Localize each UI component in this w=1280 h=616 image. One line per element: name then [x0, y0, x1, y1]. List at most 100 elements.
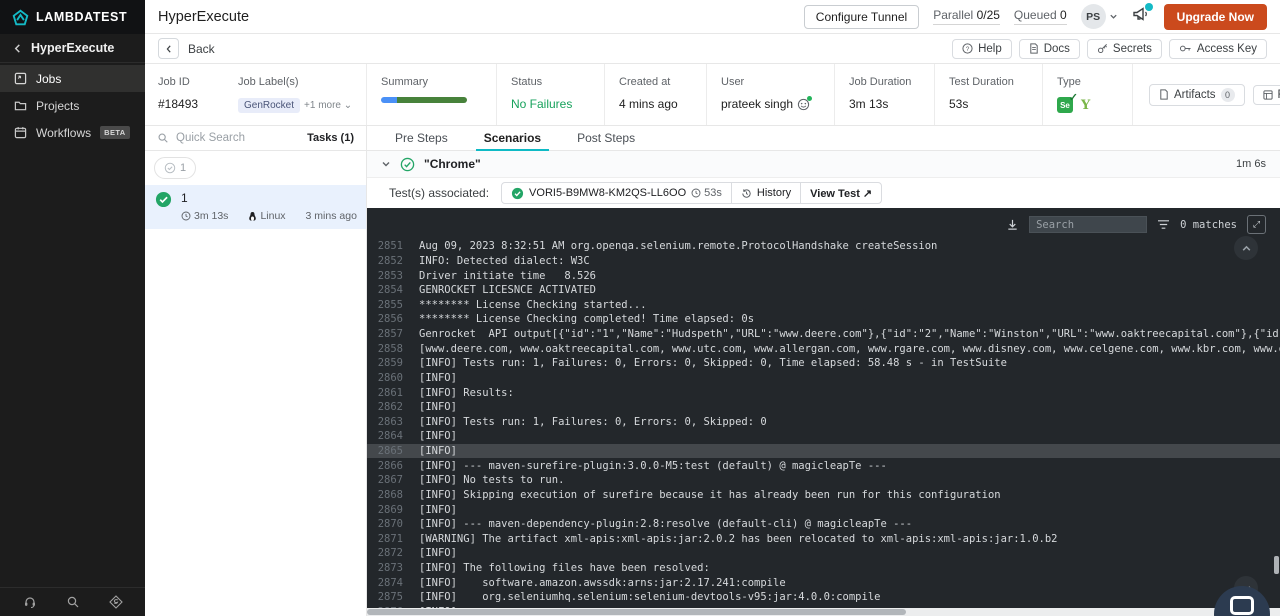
log-line: 2853Driver initiate time 8.526 [367, 268, 1280, 283]
log-line: 2856******** License Checking completed!… [367, 312, 1280, 327]
chevron-left-icon [13, 44, 22, 53]
log-line: 2867[INFO] No tests to run. [367, 473, 1280, 488]
chevron-down-icon[interactable] [381, 159, 391, 169]
tab-pre-steps[interactable]: Pre Steps [377, 126, 466, 150]
lambdatest-logo-icon [12, 9, 29, 26]
artifacts-button[interactable]: Artifacts 0 [1149, 84, 1245, 106]
job-id-label: Job ID [158, 76, 238, 88]
summary-label: Summary [381, 76, 496, 88]
log-line-number: 2872 [367, 547, 403, 559]
secrets-button[interactable]: Secrets [1087, 39, 1162, 59]
quick-search-input[interactable] [176, 132, 276, 144]
history-button[interactable]: History [731, 183, 800, 203]
sidebar-section-header[interactable]: HyperExecute [0, 34, 145, 63]
sidebar-item-jobs[interactable]: Jobs [0, 65, 145, 92]
check-circle-icon [164, 162, 176, 174]
task-list-item[interactable]: 1 3m 13s Linux 3 mins ago [145, 185, 366, 229]
queued-value: 0 [1060, 8, 1067, 22]
log-line-number: 2851 [367, 240, 403, 252]
log-line: 2871[WARNING] The artifact xml-apis:xml-… [367, 532, 1280, 547]
created-column: Created at 4 mins ago [604, 64, 706, 125]
log-line-text: ******** License Checking started... [419, 299, 647, 311]
access-key-button[interactable]: Access Key [1169, 39, 1267, 59]
log-toolbar: 0 matches ⤢ [367, 208, 1280, 236]
chevron-left-icon[interactable] [158, 38, 179, 59]
sidebar-item-label: Projects [36, 99, 79, 113]
logo[interactable]: LAMBDATEST [0, 0, 145, 34]
user-value: prateek singh [721, 97, 793, 111]
report-button[interactable]: Report [1253, 85, 1280, 105]
log-line: 2865[INFO] [367, 444, 1280, 459]
log-line: 2862[INFO] [367, 400, 1280, 415]
log-line-number: 2866 [367, 460, 403, 472]
download-icon[interactable] [1006, 218, 1019, 231]
tab-scenarios[interactable]: Scenarios [466, 126, 559, 150]
test-id-chip[interactable]: VORI5-B9MW8-KM2QS-LL6OO 53s [502, 183, 731, 203]
h-scrollbar-thumb[interactable] [367, 609, 906, 615]
log-horizontal-scrollbar[interactable] [367, 608, 1280, 616]
folder-icon [14, 99, 27, 112]
tab-post-steps[interactable]: Post Steps [559, 126, 653, 150]
job-labels-column: Job Label(s) GenRocket+1 more ⌄ [238, 64, 366, 125]
sidebar-nav: Jobs Projects Workflows BETA [0, 63, 145, 146]
test-duration-label: Test Duration [949, 76, 1042, 88]
log-line-number: 2855 [367, 299, 403, 311]
sub-toolbar-actions: ? Help Docs Secrets Access Key [952, 39, 1267, 59]
more-labels[interactable]: +1 more ⌄ [304, 100, 352, 111]
help-button[interactable]: ? Help [952, 39, 1012, 59]
log-line-number: 2853 [367, 270, 403, 282]
log-search-input[interactable] [1029, 216, 1147, 233]
scroll-to-top-button[interactable] [1234, 236, 1258, 260]
tasks-count: Tasks (1) [307, 132, 354, 144]
log-vertical-scrollbar[interactable] [1274, 208, 1280, 608]
status-label: Status [511, 76, 604, 88]
user-column: User prateek singh [706, 64, 834, 125]
search-icon[interactable] [66, 595, 80, 609]
sidebar-item-projects[interactable]: Projects [0, 92, 145, 119]
back-button[interactable]: Back [158, 38, 215, 59]
job-id-value: #18493 [158, 97, 238, 111]
user-value-wrap: prateek singh [721, 97, 834, 111]
log-line-text: [INFO] [419, 372, 457, 384]
docs-label: Docs [1044, 43, 1070, 55]
log-line-text: [INFO] [419, 504, 457, 516]
log-line-text: Aug 09, 2023 8:32:51 AM org.openqa.selen… [419, 240, 937, 252]
label-chip[interactable]: GenRocket [238, 98, 300, 113]
test-duration: 53s [691, 187, 722, 199]
status-icon[interactable] [109, 595, 123, 609]
avatar[interactable]: PS [1081, 4, 1106, 29]
linux-icon [248, 211, 257, 222]
log-line: 2859[INFO] Tests run: 1, Failures: 0, Er… [367, 356, 1280, 371]
user-menu[interactable]: PS [1081, 4, 1118, 29]
history-label: History [757, 187, 791, 199]
view-test-button[interactable]: View Test ↗ [800, 183, 881, 203]
user-label: User [721, 76, 834, 88]
queued-label: Queued [1014, 8, 1057, 22]
log-line-number: 2858 [367, 343, 403, 355]
log-line-number: 2867 [367, 474, 403, 486]
log-line-number: 2859 [367, 357, 403, 369]
passed-filter-chip[interactable]: 1 [154, 157, 196, 179]
log-line-text: ******** License Checking completed! Tim… [419, 313, 754, 325]
chat-screen-icon [1230, 596, 1254, 615]
filter-lines-icon[interactable] [1157, 219, 1170, 230]
announcements-button[interactable] [1132, 6, 1150, 27]
selenium-icon: Se✓ [1057, 97, 1073, 113]
log-line-number: 2865 [367, 445, 403, 457]
support-headset-icon[interactable] [23, 595, 37, 609]
log-line: 2852INFO: Detected dialect: W3C [367, 254, 1280, 269]
configure-tunnel-button[interactable]: Configure Tunnel [804, 5, 919, 29]
log-line: 2855 ******** License Checking started... [367, 298, 1280, 313]
status-value: No Failures [511, 97, 604, 111]
upgrade-button[interactable]: Upgrade Now [1164, 4, 1267, 30]
sidebar-item-workflows[interactable]: Workflows BETA [0, 119, 145, 146]
access-key-icon [1179, 44, 1192, 53]
scenario-row[interactable]: "Chrome" 1m 6s [367, 151, 1280, 178]
chevron-down-icon [1109, 12, 1118, 21]
task-duration-text: 3m 13s [194, 210, 228, 222]
report-icon [1263, 90, 1273, 100]
parallel-stat: Parallel 0/25 [933, 8, 1000, 25]
fullscreen-icon[interactable]: ⤢ [1247, 215, 1266, 234]
docs-button[interactable]: Docs [1019, 39, 1080, 59]
v-scrollbar-thumb[interactable] [1274, 556, 1279, 574]
